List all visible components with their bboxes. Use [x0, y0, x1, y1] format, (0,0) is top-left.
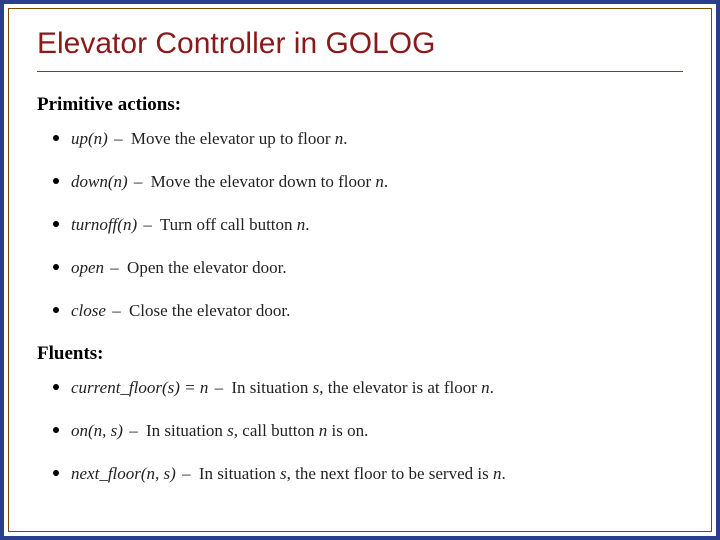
list-item: current_floor(s) = n – In situation s, t…	[71, 377, 683, 400]
list-item: down(n) – Move the elevator down to floo…	[71, 171, 683, 194]
list-item: next_floor(n, s) – In situation s, the n…	[71, 463, 683, 486]
item-term: close	[71, 301, 106, 320]
item-term: up(n)	[71, 129, 108, 148]
slide-outer-frame: Elevator Controller in GOLOG Primitive a…	[0, 0, 720, 540]
item-description: Move the elevator down to floor n.	[151, 172, 388, 191]
item-separator: –	[132, 172, 147, 191]
list-item: turnoff(n) – Turn off call button n.	[71, 214, 683, 237]
item-description: Close the elevator door.	[129, 301, 290, 320]
list-item: up(n) – Move the elevator up to floor n.	[71, 128, 683, 151]
item-description: Open the elevator door.	[127, 258, 287, 277]
slide-inner-frame: Elevator Controller in GOLOG Primitive a…	[8, 8, 712, 532]
section-heading: Fluents:	[37, 343, 683, 365]
item-separator: –	[127, 421, 142, 440]
item-separator: –	[108, 258, 123, 277]
item-description: Move the elevator up to floor n.	[131, 129, 348, 148]
item-description: In situation s, the next floor to be ser…	[199, 464, 506, 483]
list-item: close – Close the elevator door.	[71, 300, 683, 323]
bullet-list: up(n) – Move the elevator up to floor n.…	[37, 128, 683, 323]
list-item: on(n, s) – In situation s, call button n…	[71, 420, 683, 443]
item-term: on(n, s)	[71, 421, 123, 440]
bullet-list: current_floor(s) = n – In situation s, t…	[37, 377, 683, 486]
title-underline	[37, 71, 683, 72]
item-description: In situation s, the elevator is at floor…	[231, 378, 494, 397]
item-term: open	[71, 258, 104, 277]
item-description: In situation s, call button n is on.	[146, 421, 368, 440]
item-separator: –	[141, 215, 156, 234]
item-separator: –	[110, 301, 125, 320]
slide-title: Elevator Controller in GOLOG	[37, 27, 683, 61]
slide-content: Primitive actions: up(n) – Move the eleva…	[37, 94, 683, 486]
section-heading: Primitive actions:	[37, 94, 683, 116]
item-term: current_floor(s) = n	[71, 378, 208, 397]
item-separator: –	[213, 378, 228, 397]
item-term: next_floor(n, s)	[71, 464, 176, 483]
item-term: down(n)	[71, 172, 128, 191]
list-item: open – Open the elevator door.	[71, 257, 683, 280]
item-term: turnoff(n)	[71, 215, 137, 234]
item-description: Turn off call button n.	[160, 215, 310, 234]
item-separator: –	[112, 129, 127, 148]
item-separator: –	[180, 464, 195, 483]
